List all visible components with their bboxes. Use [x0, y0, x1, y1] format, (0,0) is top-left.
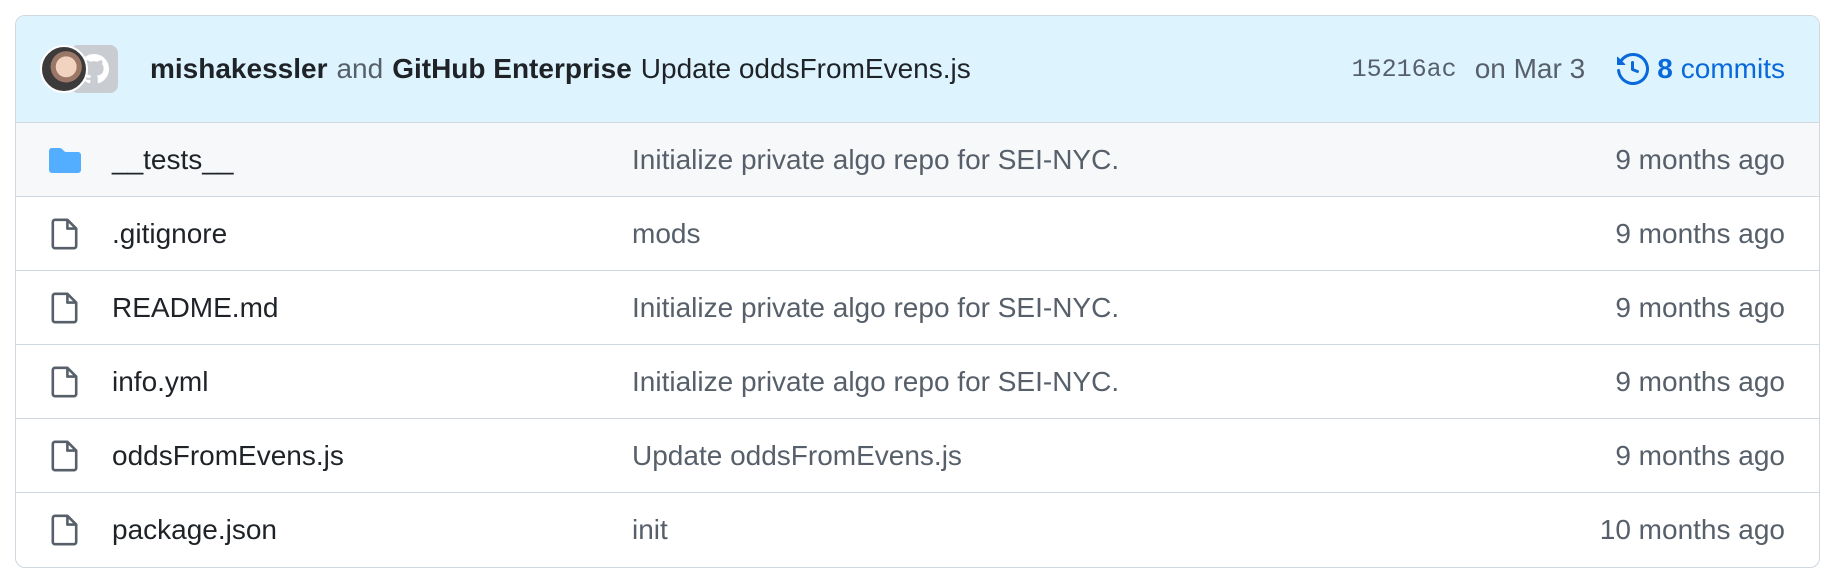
- file-row[interactable]: oddsFromEvens.js Update oddsFromEvens.js…: [16, 418, 1819, 492]
- file-name-link[interactable]: .gitignore: [112, 218, 632, 250]
- file-icon: [48, 291, 82, 325]
- author-joiner-text: and: [336, 53, 384, 84]
- file-age: 9 months ago: [1615, 217, 1785, 249]
- file-age: 9 months ago: [1615, 291, 1785, 323]
- file-commit-message-link[interactable]: init: [632, 514, 1600, 546]
- history-icon: [1617, 53, 1650, 85]
- file-age: 9 months ago: [1615, 439, 1785, 471]
- mishakessler-avatar[interactable]: [40, 45, 88, 93]
- commit-author-link[interactable]: mishakessler: [150, 53, 327, 85]
- file-icon: [48, 365, 82, 399]
- file-name-link[interactable]: oddsFromEvens.js: [112, 440, 632, 472]
- file-row[interactable]: info.yml Initialize private algo repo fo…: [16, 344, 1819, 418]
- file-commit-message-link[interactable]: Initialize private algo repo for SEI-NYC…: [632, 144, 1615, 176]
- folder-icon: [48, 143, 82, 177]
- file-age: 9 months ago: [1615, 365, 1785, 397]
- commit-sha-link[interactable]: 15216ac: [1352, 55, 1457, 84]
- file-name-link[interactable]: info.yml: [112, 366, 632, 398]
- latest-commit-bar: mishakessler and GitHub Enterprise Updat…: [16, 16, 1819, 123]
- file-browser: mishakessler and GitHub Enterprise Updat…: [15, 15, 1820, 568]
- commits-label: commits: [1680, 53, 1785, 84]
- file-age: 9 months ago: [1615, 143, 1785, 175]
- file-age: 10 months ago: [1599, 513, 1785, 545]
- file-row[interactable]: __tests__ Initialize private algo repo f…: [16, 123, 1819, 196]
- file-commit-message-link[interactable]: Initialize private algo repo for SEI-NYC…: [632, 366, 1615, 398]
- file-icon: [48, 217, 82, 251]
- file-row[interactable]: README.md Initialize private algo repo f…: [16, 270, 1819, 344]
- file-row[interactable]: .gitignore mods 9 months ago: [16, 196, 1819, 270]
- commits-count: 8: [1657, 53, 1673, 84]
- commit-coauthor-link[interactable]: GitHub Enterprise: [392, 53, 632, 85]
- file-commit-message-link[interactable]: mods: [632, 218, 1615, 250]
- commits-history-link[interactable]: 8 commits: [1617, 53, 1785, 85]
- commit-date: on Mar 3: [1474, 53, 1586, 84]
- file-name-link[interactable]: README.md: [112, 292, 632, 324]
- file-name-link[interactable]: package.json: [112, 514, 632, 546]
- avatar-stack: [40, 45, 120, 93]
- file-row[interactable]: package.json init 10 months ago: [16, 492, 1819, 566]
- commit-message-link[interactable]: Update oddsFromEvens.js: [641, 53, 971, 85]
- file-name-link[interactable]: __tests__: [112, 144, 632, 176]
- file-list: __tests__ Initialize private algo repo f…: [16, 123, 1819, 566]
- file-commit-message-link[interactable]: Initialize private algo repo for SEI-NYC…: [632, 292, 1615, 324]
- file-icon: [48, 439, 82, 473]
- file-commit-message-link[interactable]: Update oddsFromEvens.js: [632, 440, 1615, 472]
- file-icon: [48, 513, 82, 547]
